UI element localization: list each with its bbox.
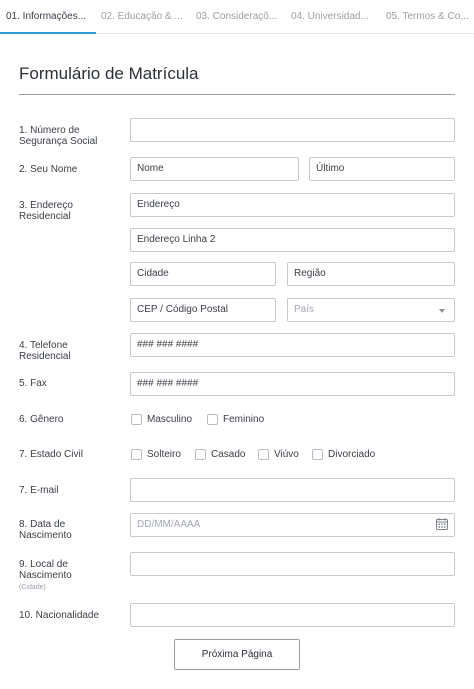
tab-universidade[interactable]: 04. Universidad...: [291, 0, 381, 34]
country-select-value: País: [294, 304, 315, 315]
gender-label: 6. Gênero: [19, 414, 64, 425]
city-input[interactable]: Cidade: [130, 262, 276, 286]
step-tabs: 01. Informações... 02. Educação & ... 03…: [0, 0, 474, 34]
address-line2-input[interactable]: Endereço Linha 2: [130, 228, 455, 252]
ssn-input[interactable]: [130, 118, 455, 142]
marital-viuvo-label: Viúvo: [274, 449, 299, 460]
address-label: 3. Endereço Residencial: [19, 200, 73, 222]
email-input[interactable]: [130, 478, 455, 502]
marital-solteiro-checkbox[interactable]: [131, 449, 142, 460]
fax-input[interactable]: ### ### ####: [130, 372, 455, 396]
email-label: 7. E-mail: [19, 485, 59, 496]
nationality-label: 10. Nacionalidade: [19, 610, 100, 621]
birthplace-sublabel: (Cidade): [19, 584, 46, 591]
gender-masculino-label: Masculino: [147, 414, 193, 425]
birthplace-label: 9. Local de Nascimento: [19, 559, 72, 581]
birthplace-input[interactable]: [130, 552, 455, 576]
phone-label: 4. Telefone Residencial: [19, 340, 71, 362]
tab-educacao[interactable]: 02. Educação & ...: [101, 0, 191, 34]
marital-solteiro-label: Solteiro: [147, 449, 181, 460]
name-label: 2. Seu Nome: [19, 164, 78, 175]
marital-casado-checkbox[interactable]: [195, 449, 206, 460]
phone-input[interactable]: ### ### ####: [130, 333, 455, 357]
gender-masculino-checkbox[interactable]: [131, 414, 142, 425]
gender-feminino-label: Feminino: [223, 414, 265, 425]
form-title: Formulário de Matrícula: [19, 64, 199, 83]
tab-informacoes[interactable]: 01. Informações...: [6, 0, 96, 34]
marital-label: 7. Estado Civil: [19, 449, 83, 460]
birthdate-input[interactable]: DD/MM/AAAA: [130, 513, 455, 537]
zip-input[interactable]: CEP / Código Postal: [130, 298, 276, 322]
marital-divorciado-checkbox[interactable]: [312, 449, 323, 460]
active-tab-indicator: [0, 32, 96, 34]
first-name-input[interactable]: Nome: [130, 157, 299, 181]
fax-label: 5. Fax: [19, 378, 47, 389]
ssn-label: 1. Número de Segurança Social: [19, 125, 98, 147]
gender-feminino-checkbox[interactable]: [207, 414, 218, 425]
next-page-button[interactable]: Próxima Página: [174, 639, 300, 670]
marital-viuvo-checkbox[interactable]: [258, 449, 269, 460]
calendar-icon[interactable]: [436, 518, 448, 530]
region-input[interactable]: Região: [287, 262, 455, 286]
country-select[interactable]: País: [287, 298, 455, 322]
birthdate-label: 8. Data de Nascimento: [19, 519, 72, 541]
title-divider: [19, 94, 455, 95]
address-line1-input[interactable]: Endereço: [130, 193, 455, 217]
nationality-input[interactable]: [130, 603, 455, 627]
chevron-down-icon: [439, 309, 445, 313]
marital-casado-label: Casado: [211, 449, 246, 460]
marital-divorciado-label: Divorciado: [328, 449, 376, 460]
last-name-input[interactable]: Último: [309, 157, 455, 181]
tab-termos[interactable]: 05. Termos & Co...: [386, 0, 474, 34]
tab-consideracoes[interactable]: 03. Consideraçõ...: [196, 0, 286, 34]
